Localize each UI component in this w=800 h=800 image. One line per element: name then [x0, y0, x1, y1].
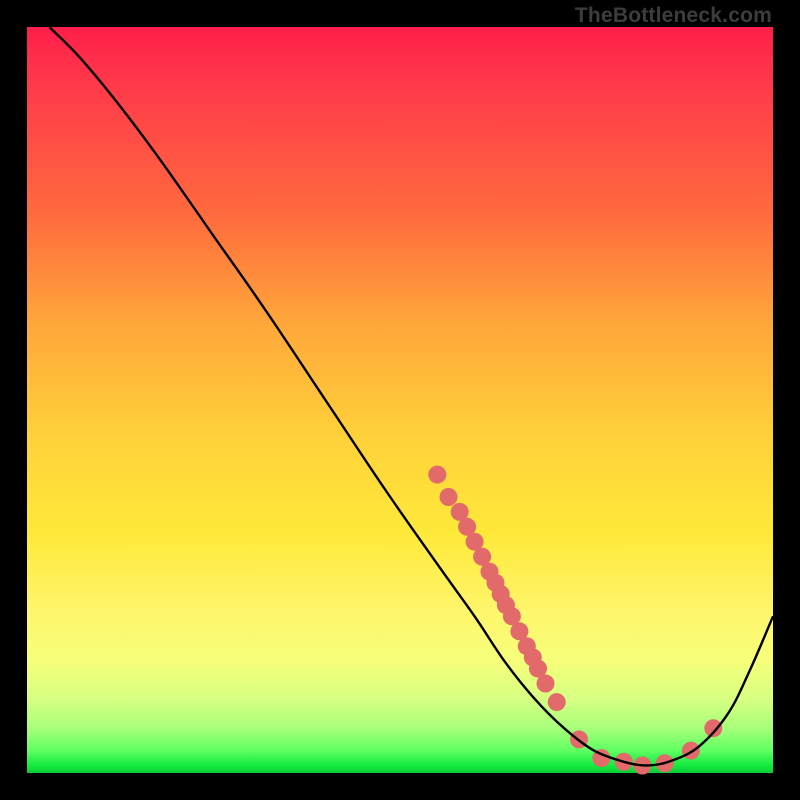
marker-dot: [704, 719, 722, 737]
chart-svg: [27, 27, 773, 773]
bottleneck-curve: [49, 27, 773, 766]
attribution-label: TheBottleneck.com: [575, 4, 772, 28]
marker-dot: [682, 742, 700, 760]
marker-dot: [428, 466, 446, 484]
marker-dots-group: [428, 466, 722, 775]
marker-dot: [440, 488, 458, 506]
chart-frame: TheBottleneck.com: [0, 0, 800, 800]
marker-dot: [537, 675, 555, 693]
marker-dot: [548, 693, 566, 711]
